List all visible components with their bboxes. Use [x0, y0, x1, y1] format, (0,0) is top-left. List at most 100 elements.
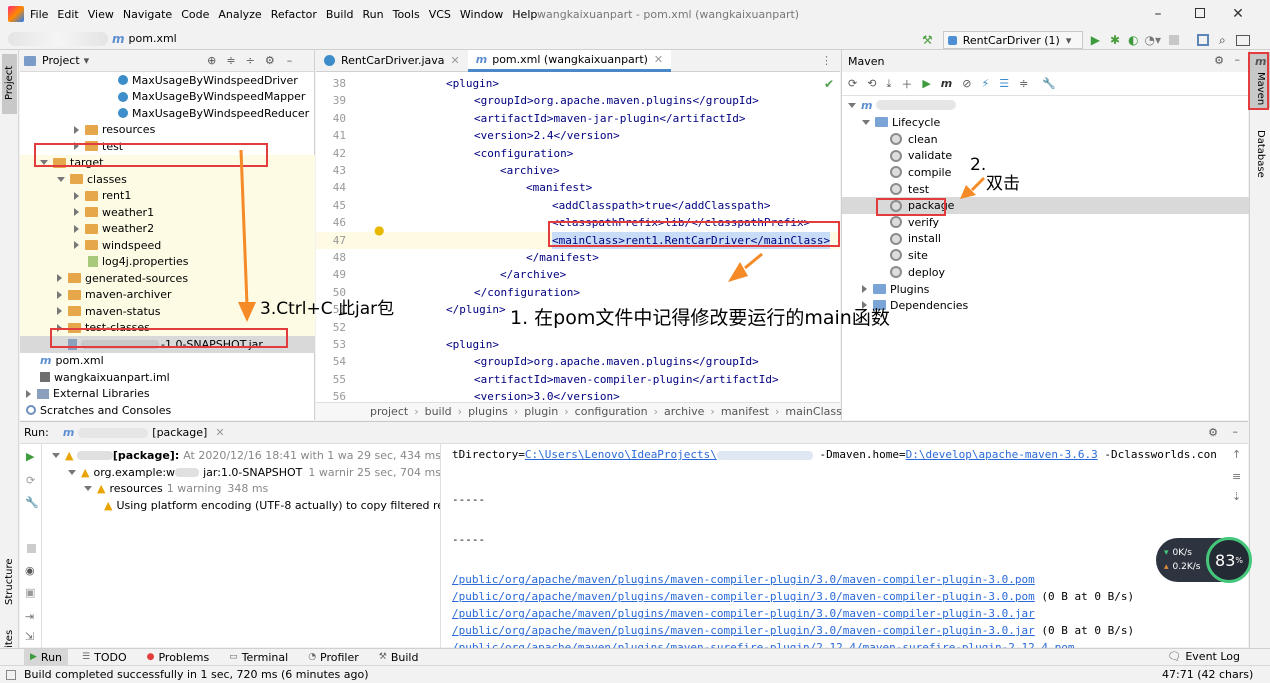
code-line[interactable]: <version>3.0</version>	[474, 388, 620, 400]
ide-features-icon[interactable]	[1235, 34, 1250, 46]
code-line[interactable]: <version>2.4</version>	[474, 127, 620, 145]
code-line[interactable]: </configuration>	[474, 284, 580, 302]
stop-run-icon[interactable]	[27, 544, 36, 553]
code-line[interactable]: <plugin>	[446, 75, 499, 93]
maven-tree-item[interactable]: Dependencies	[842, 297, 1249, 314]
run-tree-item[interactable]: ▲ resources 1 warning 348 ms	[44, 481, 440, 498]
maven-settings-icon[interactable]: ⚙	[1214, 54, 1224, 67]
lightbulb-icon[interactable]: ●	[374, 223, 384, 237]
menu-edit[interactable]: Edit	[57, 8, 78, 21]
project-tree-item[interactable]: rent1	[20, 187, 315, 204]
collapse-arrow-icon[interactable]	[84, 486, 92, 492]
menu-tools[interactable]: Tools	[393, 8, 420, 21]
wrench-icon[interactable]: 🔧	[25, 496, 39, 509]
console-link[interactable]: /public/org/apache/maven/plugins/maven-c…	[452, 607, 1035, 620]
soft-wrap-icon[interactable]: ≡	[1232, 470, 1241, 483]
close-run-tab-icon[interactable]: ✕	[215, 426, 224, 439]
project-tree-item[interactable]: classes	[20, 171, 315, 188]
code-line[interactable]: </archive>	[500, 266, 566, 284]
maven-tree-item[interactable]: site	[842, 247, 1249, 264]
editor-settings-icon[interactable]: ⋮	[821, 54, 832, 67]
debug-icon[interactable]: ✱	[1110, 33, 1120, 47]
run-config-select[interactable]: RentCarDriver (1) ▾	[942, 31, 1083, 49]
maven-hide-icon[interactable]: –	[1235, 53, 1241, 66]
bottom-tab-run[interactable]: ▶ Run	[24, 648, 69, 666]
run-settings-icon[interactable]: ⚙	[1208, 426, 1218, 439]
expand-arrow-icon[interactable]	[57, 307, 62, 316]
export-icon[interactable]: ⇥	[25, 610, 34, 623]
collapse-arrow-icon[interactable]	[862, 119, 870, 125]
hammer-icon[interactable]: ⚒	[922, 33, 933, 47]
bottom-tab-todo[interactable]: ☰ TODO	[76, 649, 133, 666]
breadcrumb-item[interactable]: archive	[664, 405, 704, 418]
code-line[interactable]: <groupId>org.apache.maven.plugins</group…	[474, 92, 759, 110]
maven-tree-item[interactable]: clean	[842, 131, 1249, 148]
menu-build[interactable]: Build	[326, 8, 354, 21]
menu-window[interactable]: Window	[460, 8, 503, 21]
collapse-arrow-icon[interactable]	[57, 176, 65, 182]
menu-analyze[interactable]: Analyze	[218, 8, 261, 21]
menu-view[interactable]: View	[88, 8, 114, 21]
add-icon[interactable]: ＋	[901, 76, 912, 92]
menu-file[interactable]: File	[30, 8, 48, 21]
breadcrumb-item[interactable]: manifest	[721, 405, 769, 418]
expand-arrow-icon[interactable]	[57, 290, 62, 299]
maven-tree-item[interactable]: test	[842, 181, 1249, 198]
bottom-tab-build[interactable]: ⚒ Build	[373, 649, 425, 666]
console-link[interactable]: /public/org/apache/maven/plugins/maven-c…	[452, 624, 1035, 637]
breadcrumb-item[interactable]: plugins	[468, 405, 508, 418]
menu-help[interactable]: Help	[512, 8, 537, 21]
breadcrumb-item[interactable]: build	[425, 405, 452, 418]
menu-navigate[interactable]: Navigate	[123, 8, 172, 21]
search-everywhere-icon[interactable]: ⌕	[1219, 33, 1226, 48]
close-tab-icon[interactable]: ✕	[451, 54, 460, 67]
code-line[interactable]: <plugin>	[446, 336, 499, 354]
expand-arrow-icon[interactable]	[74, 241, 79, 250]
profile-icon[interactable]: ◔▾	[1145, 33, 1162, 47]
reload-icon[interactable]: ⟳	[848, 77, 857, 90]
console-link[interactable]: D:\develop\apache-maven-3.6.3	[906, 448, 1098, 461]
maven-tree-item[interactable]: deploy	[842, 264, 1249, 281]
menu-refactor[interactable]: Refactor	[271, 8, 317, 21]
bottom-tab-profiler[interactable]: ◔ Profiler	[302, 649, 365, 666]
maven-tree-item[interactable]: compile	[842, 164, 1249, 181]
code-line[interactable]: <artifactId>maven-compiler-plugin</artif…	[474, 371, 779, 389]
project-tree-item[interactable]: Scratches and Consoles	[20, 402, 315, 419]
expand-arrow-icon[interactable]	[26, 389, 31, 398]
camera-icon[interactable]: ▣	[25, 586, 35, 599]
menu-run[interactable]: Run	[363, 8, 384, 21]
execute-goal-icon[interactable]: m	[941, 77, 952, 90]
rerun-icon[interactable]: ▶	[26, 450, 34, 463]
project-tree-item[interactable]: weather2	[20, 220, 315, 237]
bottom-tab-terminal[interactable]: ▭ Terminal	[223, 649, 294, 666]
project-tree-item[interactable]: MaxUsageByWindspeedMapper	[20, 89, 315, 106]
code-line[interactable]: <groupId>org.apache.maven.plugins</group…	[474, 353, 759, 371]
expand-arrow-icon[interactable]	[74, 224, 79, 233]
maven-tree-item[interactable]: install	[842, 231, 1249, 248]
maven-tree-item[interactable]: Lifecycle	[842, 114, 1249, 131]
collapse-arrow-icon[interactable]	[52, 452, 60, 458]
breadcrumb-item[interactable]: project	[370, 405, 408, 418]
expand-arrow-icon[interactable]	[74, 208, 79, 217]
stop-icon[interactable]	[1169, 35, 1180, 45]
close-icon[interactable]: ✕	[1228, 6, 1248, 22]
expand-arrow-icon[interactable]	[74, 191, 79, 200]
menu-code[interactable]: Code	[181, 8, 209, 21]
project-structure-icon[interactable]	[1197, 34, 1210, 46]
maven-tree-item[interactable]: verify	[842, 214, 1249, 231]
console-link[interactable]: /public/org/apache/maven/plugins/maven-c…	[452, 590, 1035, 603]
maven-tree-item[interactable]: m	[842, 97, 1249, 114]
run-icon[interactable]: ▶	[1091, 33, 1100, 47]
breadcrumb-item[interactable]: mainClass	[785, 405, 841, 418]
close-tab-icon[interactable]: ✕	[654, 53, 663, 66]
eye-icon[interactable]: ◉	[25, 564, 35, 577]
collapse-icon[interactable]: ≑	[1019, 77, 1028, 90]
download-icon[interactable]: ⤓	[886, 77, 891, 91]
code-line[interactable]: <manifest>	[526, 179, 592, 197]
project-tree-item[interactable]: External Libraries	[20, 386, 315, 403]
reimport-icon[interactable]: ⟲	[867, 77, 876, 90]
project-tree-item[interactable]: log4j.properties	[20, 253, 315, 270]
run-tab-label[interactable]: [package]	[152, 426, 207, 439]
project-tree-item[interactable]: weather1	[20, 204, 315, 221]
project-tree-item[interactable]: MaxUsageByWindspeedDriver	[20, 72, 315, 89]
